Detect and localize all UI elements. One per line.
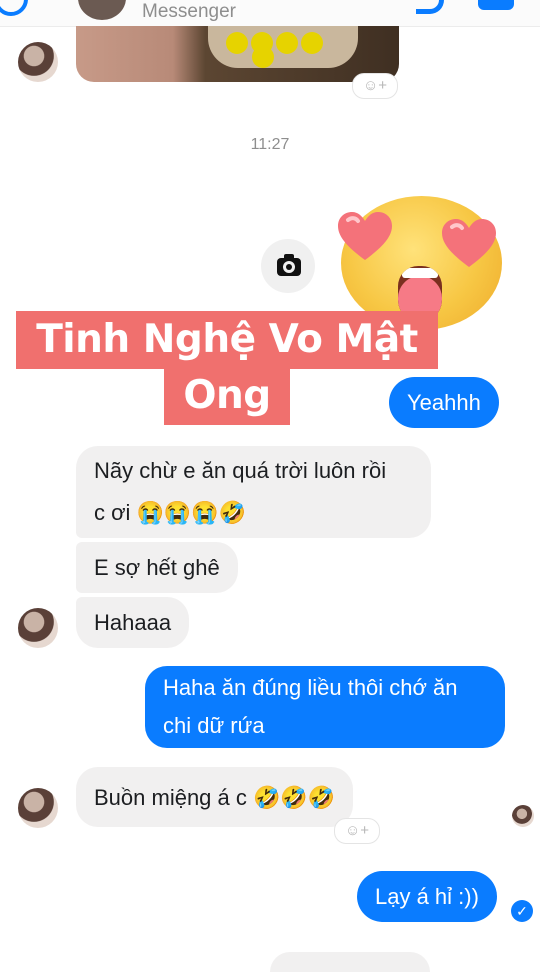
message-line: c ơi 😭😭😭🤣 [94, 500, 247, 525]
outgoing-message[interactable]: Haha ăn đúng liều thôi chớ ăn chi dữ rứa [145, 666, 505, 748]
photo-message[interactable] [76, 26, 399, 82]
incoming-message-partial[interactable] [270, 952, 430, 972]
incoming-message[interactable]: Nãy chừ e ăn quá trời luôn rồi c ơi 😭😭😭🤣 [76, 446, 431, 538]
heart-eye-left [338, 212, 392, 260]
food-item [301, 32, 323, 54]
heart-eye-right [442, 219, 496, 267]
incoming-message[interactable]: Hahaaa [76, 597, 190, 648]
camera-lens-dot [286, 264, 292, 270]
sticker-text-line2: Ong [164, 369, 290, 425]
video-icon[interactable] [478, 0, 514, 10]
food-item [226, 32, 248, 54]
food-item [276, 32, 298, 54]
outgoing-message[interactable]: Lạy á hỉ :)) [357, 871, 497, 922]
message-line: chi dữ rứa [163, 713, 265, 738]
header-subtitle: Messenger [142, 1, 236, 22]
timestamp: 11:27 [250, 136, 290, 153]
back-icon[interactable] [0, 0, 28, 16]
food-item [252, 46, 274, 68]
contact-avatar[interactable] [18, 608, 58, 648]
message-line: Nãy chừ e ăn quá trời luôn rồi [94, 458, 387, 483]
contact-avatar[interactable] [78, 0, 126, 20]
contact-avatar[interactable] [18, 42, 58, 82]
emoji-teeth [402, 268, 438, 278]
contact-avatar[interactable] [18, 788, 58, 828]
call-icon[interactable] [416, 0, 444, 14]
sticker-text-line1: Tinh Nghệ Vo Mật [16, 311, 438, 369]
delivered-check-icon: ✓ [511, 900, 533, 922]
seen-avatar [512, 805, 534, 827]
incoming-message[interactable]: E sợ hết ghê [76, 542, 238, 593]
chat-header: Messenger [0, 0, 540, 27]
message-line: Haha ăn đúng liều thôi chớ ăn [163, 675, 458, 700]
add-reaction-icon[interactable]: ☺+ [334, 818, 380, 844]
outgoing-message[interactable]: Yeahhh [389, 377, 499, 428]
add-reaction-icon[interactable]: ☺+ [352, 73, 398, 99]
incoming-message[interactable]: Buồn miệng á c 🤣🤣🤣 [76, 767, 354, 827]
